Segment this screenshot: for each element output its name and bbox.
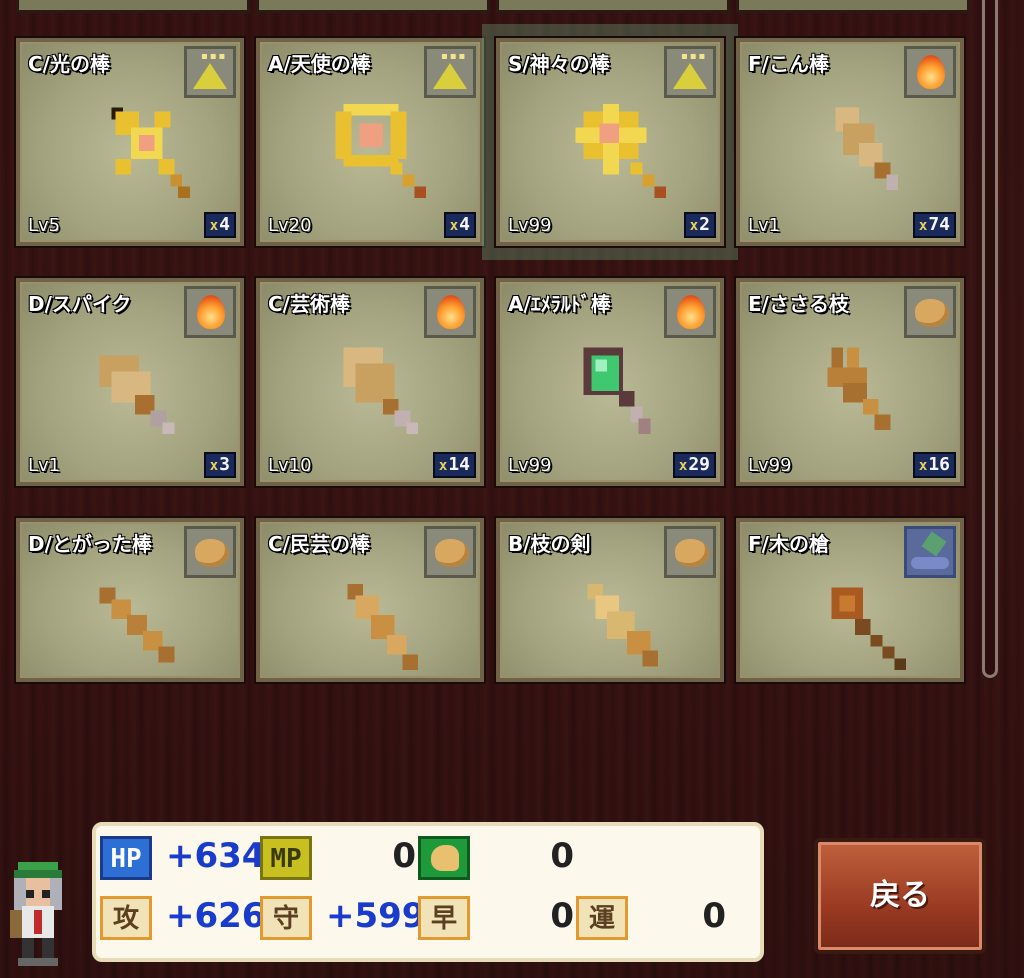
item-level: Lv99 xyxy=(508,215,552,236)
earth-element-icon: ▪▪▪ xyxy=(664,46,716,98)
item-count: x29 xyxy=(672,452,716,478)
item-level: Lv5 xyxy=(28,215,61,236)
luck-value: 0 xyxy=(702,896,726,936)
item-name: C/民芸の棒 xyxy=(268,532,370,556)
sharp-rod-icon xyxy=(99,587,175,663)
item-card[interactable]: F/木の槍 xyxy=(736,518,964,682)
defense-value: +599 xyxy=(326,896,426,936)
item-name: F/木の槍 xyxy=(748,532,829,556)
item-count: x4 xyxy=(203,212,236,238)
scrollbar[interactable] xyxy=(982,0,998,678)
item-level: Lv99 xyxy=(508,455,552,476)
card-top-edge xyxy=(496,0,730,13)
item-level: Lv20 xyxy=(268,215,312,236)
mp-value: 0 xyxy=(392,836,416,876)
stats-panel: HP +634 MP 0 0 攻 +626 守 +599 早 0 運 0 xyxy=(92,822,764,962)
item-name: S/神々の棒 xyxy=(508,52,610,76)
item-name: E/ささる枝 xyxy=(748,292,849,316)
fire-element-icon xyxy=(904,46,956,98)
item-count: x4 xyxy=(443,212,476,238)
back-button[interactable]: 戻る xyxy=(814,838,986,954)
wind-element-icon xyxy=(904,286,956,338)
item-card[interactable]: B/枝の剣 xyxy=(496,518,724,682)
branch-sword-icon xyxy=(587,583,659,667)
wood-spear-icon xyxy=(831,587,907,671)
item-level: Lv1 xyxy=(28,455,61,476)
item-count: x16 xyxy=(912,452,956,478)
item-card[interactable]: C/民芸の棒 xyxy=(256,518,484,682)
item-card[interactable]: D/とがった棒 xyxy=(16,518,244,682)
item-count: x14 xyxy=(432,452,476,478)
item-card[interactable]: S/神々の棒 ▪▪▪ Lv99 x2 xyxy=(496,38,724,246)
hp-icon: HP xyxy=(100,836,152,880)
wind-element-icon xyxy=(664,526,716,578)
art-rod-icon xyxy=(343,347,419,435)
card-top-edge xyxy=(736,0,970,13)
item-card[interactable]: D/スパイク Lv1 x3 xyxy=(16,278,244,486)
earth-element-icon: ▪▪▪ xyxy=(424,46,476,98)
gods-rod-icon xyxy=(575,103,667,199)
item-level: Lv10 xyxy=(268,455,312,476)
item-name: A/天使の棒 xyxy=(268,52,371,76)
item-name: D/とがった棒 xyxy=(28,532,152,556)
hp-value: +634 xyxy=(166,836,266,876)
emerald-rod-icon xyxy=(583,347,651,435)
wind-element-icon xyxy=(184,526,236,578)
water-element-icon xyxy=(904,526,956,578)
item-count: x3 xyxy=(203,452,236,478)
item-level: Lv99 xyxy=(748,455,792,476)
item-name: D/スパイク xyxy=(28,292,132,316)
item-level: Lv1 xyxy=(748,215,781,236)
attack-icon: 攻 xyxy=(100,896,152,940)
attack-value: +626 xyxy=(166,896,266,936)
item-name: C/光の棒 xyxy=(28,52,110,76)
card-top-edge xyxy=(16,0,250,13)
item-name: B/枝の剣 xyxy=(508,532,591,556)
wind-element-icon xyxy=(424,526,476,578)
speed-value: 0 xyxy=(550,896,574,936)
thorn-branch-icon xyxy=(827,347,891,431)
item-name: A/ｴﾒﾗﾙﾄﾞ棒 xyxy=(508,292,611,316)
speed-icon: 早 xyxy=(418,896,470,940)
item-card[interactable]: E/ささる枝 Lv99 x16 xyxy=(736,278,964,486)
mp-icon: MP xyxy=(260,836,312,880)
luck-icon: 運 xyxy=(576,896,628,940)
strength-value: 0 xyxy=(550,836,574,876)
defense-icon: 守 xyxy=(260,896,312,940)
character-avatar xyxy=(10,862,62,966)
earth-element-icon: ▪▪▪ xyxy=(184,46,236,98)
item-count: x74 xyxy=(912,212,956,238)
club-icon xyxy=(835,107,899,191)
item-name: C/芸術棒 xyxy=(268,292,350,316)
fire-element-icon xyxy=(664,286,716,338)
angel-rod-icon xyxy=(335,103,427,199)
fire-element-icon xyxy=(184,286,236,338)
item-card[interactable]: C/芸術棒 Lv10 x14 xyxy=(256,278,484,486)
spike-icon xyxy=(99,355,175,435)
fire-element-icon xyxy=(424,286,476,338)
strength-icon xyxy=(418,836,470,880)
card-top-edge xyxy=(256,0,490,13)
light-rod-icon xyxy=(111,107,190,199)
item-card[interactable]: C/光の棒 ▪▪▪ Lv5 x4 xyxy=(16,38,244,246)
item-card[interactable]: A/天使の棒 ▪▪▪ Lv20 x4 xyxy=(256,38,484,246)
item-card[interactable]: A/ｴﾒﾗﾙﾄﾞ棒 Lv99 x29 xyxy=(496,278,724,486)
folk-rod-icon xyxy=(347,583,419,671)
item-count: x2 xyxy=(683,212,716,238)
item-card[interactable]: F/こん棒 Lv1 x74 xyxy=(736,38,964,246)
item-name: F/こん棒 xyxy=(748,52,829,76)
